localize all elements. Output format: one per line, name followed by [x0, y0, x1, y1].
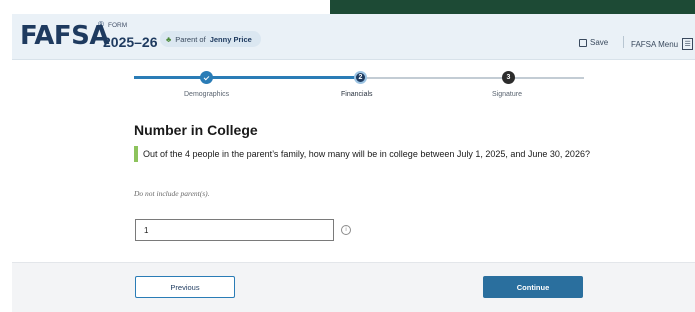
app-header: FAFSA ® FORM 2025–26 ♣ Parent of Jenny P…	[12, 14, 695, 60]
role-badge: ♣ Parent of Jenny Price	[160, 31, 261, 47]
form-label: FORM	[108, 22, 128, 29]
save-icon	[579, 38, 587, 47]
page-title: Number in College	[134, 122, 258, 138]
fafsa-logo: FAFSA	[20, 21, 110, 51]
form-year: 2025–26	[103, 34, 158, 50]
number-in-college-input[interactable]	[135, 219, 334, 241]
step-signature-marker: 3	[502, 71, 515, 84]
menu-icon: ☰	[682, 38, 694, 50]
registered-mark: ®	[98, 20, 104, 29]
step-demographics-label: Demographics	[184, 91, 230, 98]
student-name: Jenny Price	[209, 34, 252, 44]
progress-track-fill	[134, 76, 359, 79]
step-demographics-marker	[200, 71, 213, 84]
hint-text: Do not include parent(s).	[134, 189, 210, 198]
people-icon: ♣	[166, 34, 172, 44]
step-signature-label: Signature	[492, 91, 522, 98]
step-financials-label: Financials	[341, 91, 373, 98]
previous-button[interactable]: Previous	[135, 276, 235, 298]
header-divider	[623, 36, 624, 48]
backdrop-green	[330, 0, 695, 14]
footer-bar	[12, 262, 695, 312]
save-button[interactable]: Save	[579, 38, 608, 47]
check-icon	[203, 74, 210, 80]
step-financials-marker: 2	[354, 71, 367, 84]
role-prefix: Parent of	[175, 34, 206, 44]
fafsa-menu-button[interactable]: FAFSA Menu ☰	[631, 38, 694, 50]
fafsa-window: FAFSA ® FORM 2025–26 ♣ Parent of Jenny P…	[12, 14, 695, 312]
menu-label: FAFSA Menu	[631, 39, 679, 49]
question-text: Out of the 4 people in the parent’s fami…	[134, 146, 594, 162]
continue-button[interactable]: Continue	[483, 276, 583, 298]
info-icon[interactable]: i	[341, 225, 351, 235]
save-label: Save	[590, 38, 609, 47]
